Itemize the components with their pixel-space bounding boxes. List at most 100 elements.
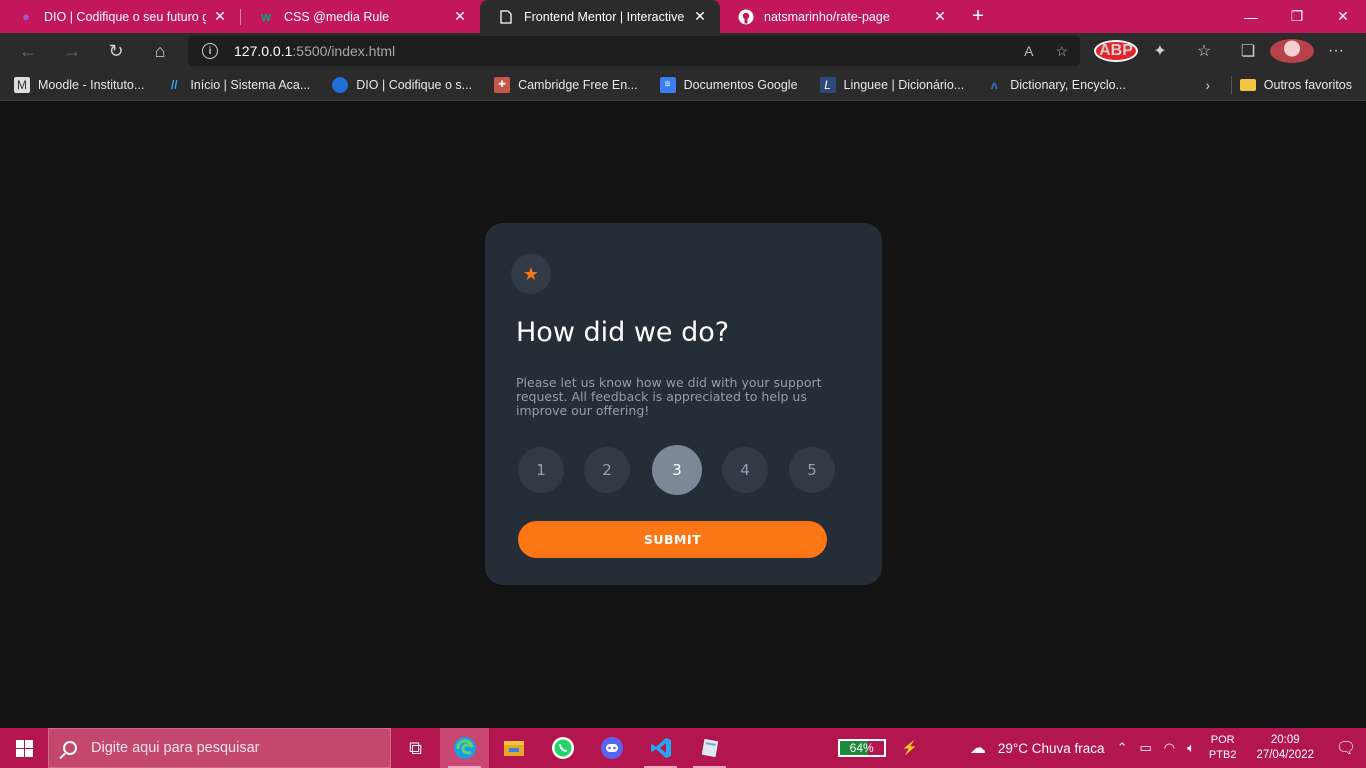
close-icon[interactable]: ✕ [932,8,948,25]
url-path: :5500/index.html [292,43,396,59]
tab-dio[interactable]: ● DIO | Codifique o seu futuro global ✕ [0,0,240,33]
more-menu-icon[interactable]: ··· [1314,42,1358,60]
site-info-icon[interactable]: i [202,43,218,59]
windows-start-icon[interactable] [0,728,48,768]
tab-title: Frontend Mentor | Interactive rating [524,9,686,24]
google-docs-icon: ≡ [659,76,676,93]
page-viewport: ★ How did we do? Please let us know how … [0,102,1366,728]
bookmark-dictionary[interactable]: ʌ Dictionary, Encyclo... [972,77,1134,93]
tab-frontend-mentor[interactable]: Frontend Mentor | Interactive rating ✕ [480,0,720,33]
browser-tab-bar: ● DIO | Codifique o seu futuro global ✕ … [0,0,1366,33]
bookmark-linguee[interactable]: L Linguee | Dicionário... [806,76,973,93]
moodle-icon: M [14,76,30,93]
bookmark-label: Dictionary, Encyclo... [1010,77,1126,92]
forward-arrow-icon[interactable]: → [50,33,94,69]
search-placeholder: Digite aqui para pesquisar [91,740,260,756]
bookmarks-bar: M Moodle - Instituto... // Início | Sist… [0,69,1366,101]
rating-button-4[interactable]: 4 [722,447,768,493]
bookmark-sistema-academico[interactable]: // Início | Sistema Aca... [152,77,318,93]
clock-date: 27/04/2022 [1256,749,1314,761]
bookmark-label: Linguee | Dicionário... [843,77,965,92]
favorites-icon[interactable]: ☆ [1182,41,1226,61]
chevron-right-icon[interactable]: › [1193,77,1223,93]
bookmark-label: Documentos Google [683,77,798,92]
rating-button-5[interactable]: 5 [789,447,835,493]
w3schools-icon: w [260,9,272,24]
windows-taskbar: Digite aqui para pesquisar ⧉ 64% ⚡ ☁ 29°… [0,728,1366,768]
back-arrow-icon[interactable]: ← [6,33,50,69]
minimize-icon[interactable]: — [1228,0,1274,33]
wifi-icon[interactable]: ◠ [1158,740,1181,756]
notes-app-icon[interactable] [685,728,734,768]
github-icon [738,9,754,25]
edge-icon[interactable] [440,728,489,768]
dio-drop-icon [332,76,349,93]
volume-icon[interactable]: 🔈︎ [1181,740,1201,756]
power-plug-icon: ⚡ [901,740,918,755]
language-indicator[interactable]: POR PTB2 [1201,733,1245,763]
bookmark-label: Cambridge Free En... [518,77,638,92]
chevron-up-icon[interactable]: ⌃ [1111,740,1134,756]
cambridge-icon: ✚ [494,76,511,93]
system-tray: 64% ⚡ ☁ 29°C Chuva fraca ⌃ ▭ ◠ 🔈︎ POR PT… [837,728,1366,768]
profile-avatar[interactable] [1270,39,1314,63]
whatsapp-icon[interactable] [538,728,587,768]
restore-icon[interactable]: ❐ [1274,0,1320,33]
rating-button-1[interactable]: 1 [518,447,564,493]
language-code: POR [1210,734,1235,746]
vscode-icon[interactable] [636,728,685,768]
collections-icon[interactable]: ❏ [1226,41,1270,61]
tab-title: CSS @media Rule [284,9,390,24]
close-icon[interactable]: ✕ [692,8,708,25]
url-host: 127.0.0.1 [234,43,293,59]
browser-toolbar: ← → ↻ ⌂ i 127.0.0.1:5500/index.html A ☆ … [0,33,1366,69]
tab-title: natsmarinho/rate-page [764,9,890,24]
cloud-rain-icon: ☁ [969,740,986,757]
rating-button-3[interactable]: 3 [652,445,702,495]
bookmark-label: Moodle - Instituto... [38,77,145,92]
submit-button[interactable]: SUBMIT [518,521,827,558]
network-icon[interactable]: ▭ [1133,740,1157,756]
star-icon: ★ [511,254,551,294]
card-description: Please let us know how we did with your … [516,375,822,418]
address-bar[interactable]: i 127.0.0.1:5500/index.html A ☆ [188,36,1080,66]
task-view-icon[interactable]: ⧉ [391,728,440,768]
battery-percentage: 64% [849,741,874,755]
slash-icon: // [170,77,178,92]
tab-title: DIO | Codifique o seu futuro global [44,9,206,24]
tab-css-media[interactable]: w CSS @media Rule ✕ [240,0,480,33]
adblock-plus-icon[interactable]: ABP [1094,40,1138,62]
tab-github[interactable]: natsmarinho/rate-page ✕ [720,0,960,33]
extensions-icon[interactable]: ✦ [1138,41,1182,61]
file-explorer-icon[interactable] [489,728,538,768]
other-favorites[interactable]: Outros favoritos [1239,77,1366,92]
close-icon[interactable]: ✕ [452,8,468,25]
close-window-icon[interactable]: ✕ [1320,0,1366,33]
bookmark-label: Início | Sistema Aca... [190,77,311,92]
linguee-icon: L [819,76,836,93]
close-icon[interactable]: ✕ [212,8,228,25]
clock[interactable]: 20:09 27/04/2022 [1244,733,1326,763]
keyboard-layout: PTB2 [1208,749,1237,761]
rating-card: ★ How did we do? Please let us know how … [485,223,882,585]
bookmark-google-docs[interactable]: ≡ Documentos Google [646,76,806,93]
weather-text[interactable]: 29°C Chuva fraca [992,741,1111,756]
new-tab-button[interactable]: + [960,0,996,33]
bookmark-dio[interactable]: DIO | Codifique o s... [318,76,480,93]
divider [1230,75,1232,94]
add-favorite-icon[interactable]: ☆ [1055,43,1068,60]
rating-button-2[interactable]: 2 [584,447,630,493]
card-title: How did we do? [516,317,730,348]
bookmark-cambridge[interactable]: ✚ Cambridge Free En... [480,76,646,93]
taskbar-search-input[interactable]: Digite aqui para pesquisar [48,728,391,768]
window-controls: — ❐ ✕ [1228,0,1366,33]
clock-time: 20:09 [1270,734,1300,746]
notifications-icon[interactable]: 🗨︎ [1326,738,1366,758]
battery-indicator[interactable]: 64% [837,739,886,757]
discord-icon[interactable] [587,728,636,768]
read-aloud-icon[interactable]: A [1024,43,1033,60]
other-favorites-label: Outros favoritos [1263,77,1352,92]
bookmark-moodle[interactable]: M Moodle - Instituto... [0,76,152,93]
refresh-icon[interactable]: ↻ [94,33,138,69]
home-icon[interactable]: ⌂ [138,33,182,69]
